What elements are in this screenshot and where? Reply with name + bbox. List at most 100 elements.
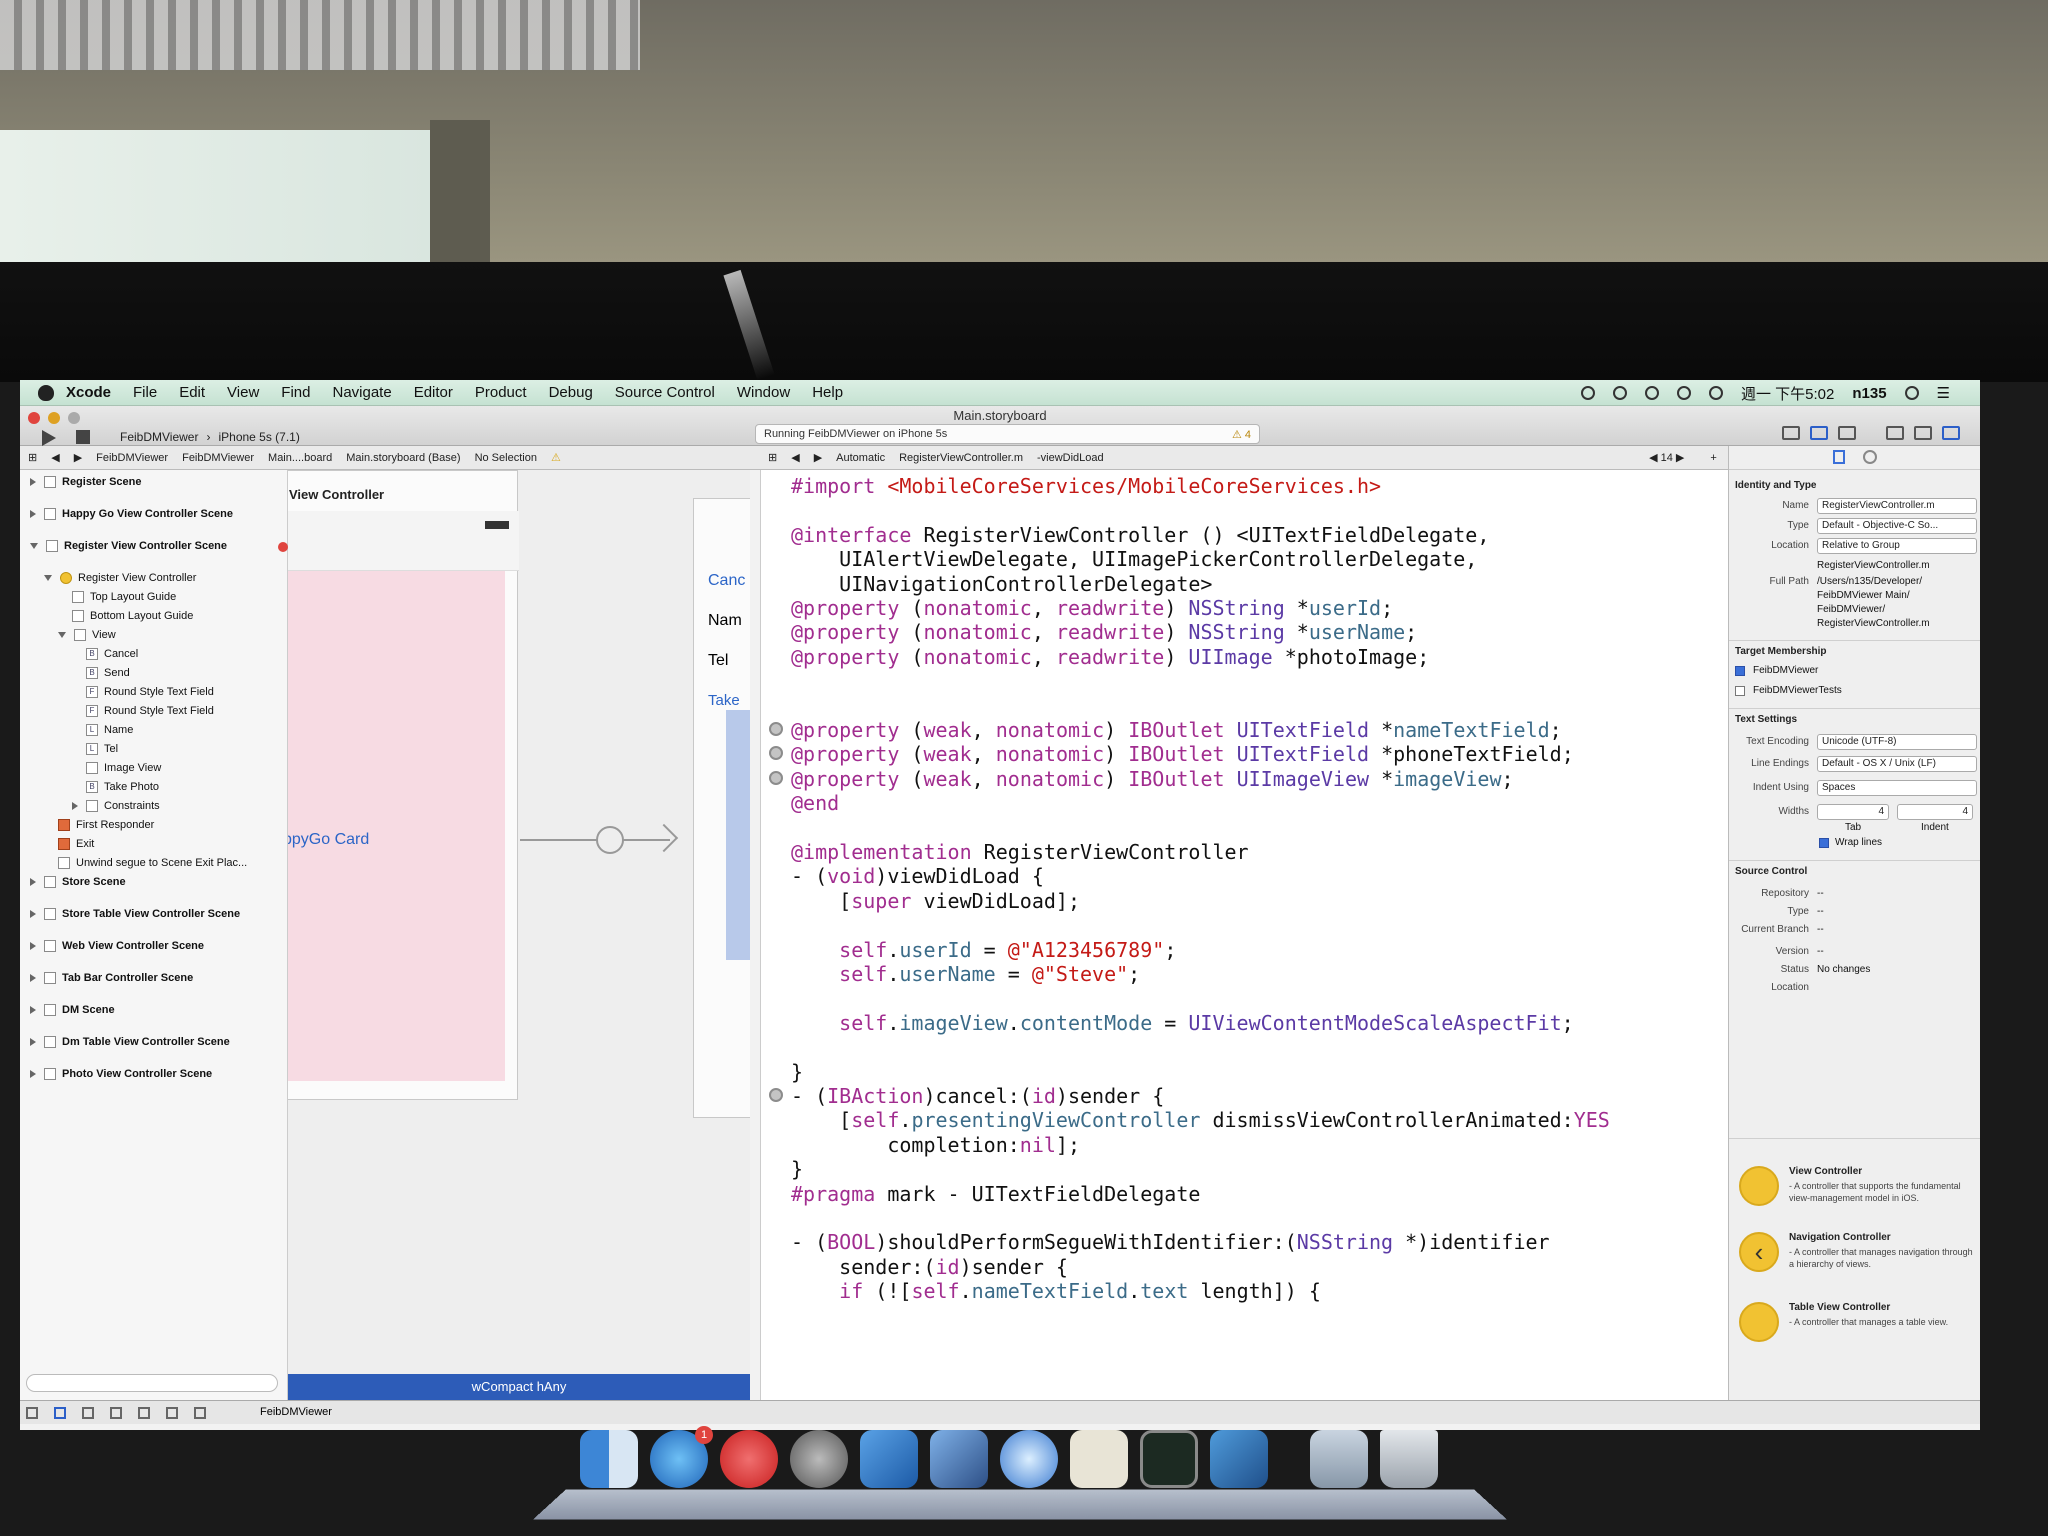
outline-item-row[interactable]: Top Layout Guide bbox=[58, 591, 176, 603]
stop-icon[interactable] bbox=[76, 430, 90, 444]
code-editor[interactable]: #import <MobileCoreServices/MobileCoreSe… bbox=[760, 470, 1748, 1400]
step-in-icon[interactable] bbox=[138, 1407, 150, 1419]
outline-item-row[interactable]: L Name bbox=[72, 724, 133, 736]
code-line[interactable]: [super viewDidLoad]; bbox=[791, 889, 1080, 913]
outline-item-row[interactable]: L Tel bbox=[72, 743, 118, 755]
outline-scene-row[interactable]: Photo View Controller Scene bbox=[30, 1068, 212, 1080]
wifi-icon[interactable] bbox=[1644, 386, 1659, 400]
outline-item-row[interactable]: Bottom Layout Guide bbox=[58, 610, 193, 622]
disclosure-triangle-icon[interactable] bbox=[30, 478, 36, 486]
outline-item-row[interactable]: B Take Photo bbox=[72, 781, 159, 793]
finder-icon[interactable] bbox=[580, 1430, 638, 1488]
line-endings-popup[interactable]: Default - OS X / Unix (LF) bbox=[1817, 756, 1977, 772]
outline-scene-row[interactable]: DM Scene bbox=[30, 1004, 115, 1016]
code-line[interactable]: @property (nonatomic, readwrite) NSStrin… bbox=[791, 620, 1417, 644]
breakpoints-icon[interactable] bbox=[54, 1407, 66, 1419]
spotlight-icon[interactable] bbox=[1904, 386, 1919, 400]
notification-center-icon[interactable]: ☰ bbox=[1937, 384, 1950, 402]
code-line[interactable]: #pragma mark - UITextFieldDelegate bbox=[791, 1182, 1200, 1206]
menu-app-name[interactable]: Xcode bbox=[66, 384, 111, 401]
menu-file[interactable]: File bbox=[133, 384, 157, 401]
code-line[interactable]: } bbox=[791, 1060, 803, 1084]
apple-menu-icon[interactable] bbox=[38, 384, 54, 401]
code-line[interactable]: } bbox=[791, 1157, 803, 1181]
outline-scene-row[interactable]: Register Scene bbox=[30, 476, 141, 488]
assistant-forward-icon[interactable]: ▶ bbox=[814, 451, 822, 464]
outline-item-row[interactable]: View bbox=[58, 629, 116, 641]
outline-filter-field[interactable] bbox=[26, 1374, 278, 1392]
segue-icon[interactable] bbox=[596, 826, 624, 854]
outline-item-row[interactable]: F Round Style Text Field bbox=[72, 705, 214, 717]
code-line[interactable]: if (![self.nameTextField.text length]) { bbox=[791, 1279, 1321, 1303]
add-editor-icon[interactable]: + bbox=[1710, 452, 1716, 464]
xcode-icon[interactable] bbox=[860, 1430, 918, 1488]
bluetooth-icon[interactable] bbox=[1612, 386, 1627, 400]
outline-item-row[interactable]: Register View Controller bbox=[44, 572, 196, 584]
menu-editor[interactable]: Editor bbox=[414, 384, 453, 401]
disclosure-triangle-icon[interactable] bbox=[44, 575, 52, 581]
text-encoding-popup[interactable]: Unicode (UTF-8) bbox=[1817, 734, 1977, 750]
code-line[interactable]: UINavigationControllerDelegate> bbox=[791, 572, 1212, 596]
menu-source-control[interactable]: Source Control bbox=[615, 384, 715, 401]
location-icon[interactable] bbox=[194, 1407, 206, 1419]
step-out-icon[interactable] bbox=[166, 1407, 178, 1419]
launchpad-icon[interactable] bbox=[790, 1430, 848, 1488]
menu-debug[interactable]: Debug bbox=[549, 384, 593, 401]
disclosure-triangle-icon[interactable] bbox=[30, 1006, 36, 1014]
code-line[interactable]: - (void)viewDidLoad { bbox=[791, 864, 1044, 888]
back-arrow-icon[interactable]: ◀ bbox=[51, 451, 59, 464]
preview-icon[interactable] bbox=[930, 1430, 988, 1488]
input-flag-icon[interactable] bbox=[1708, 386, 1723, 400]
standard-editor-icon[interactable] bbox=[1782, 426, 1800, 440]
disclosure-triangle-icon[interactable] bbox=[30, 910, 36, 918]
disclosure-triangle-icon[interactable] bbox=[30, 510, 36, 518]
library-table-view-controller[interactable]: Table View Controller - A controller tha… bbox=[1739, 1298, 1975, 1358]
code-line[interactable]: completion:nil]; bbox=[791, 1133, 1080, 1157]
outlet-connection-icon[interactable] bbox=[769, 746, 783, 761]
jump-item-base[interactable]: Main.storyboard (Base) bbox=[346, 452, 460, 464]
menu-find[interactable]: Find bbox=[281, 384, 310, 401]
disclosure-triangle-icon[interactable] bbox=[30, 974, 36, 982]
pause-icon[interactable] bbox=[82, 1407, 94, 1419]
outline-scene-row[interactable]: Store Scene bbox=[30, 876, 126, 888]
code-line[interactable]: @interface RegisterViewController () <UI… bbox=[791, 523, 1489, 547]
outline-item-row[interactable]: First Responder bbox=[44, 819, 154, 831]
assistant-editor-icon[interactable] bbox=[1810, 426, 1828, 440]
indent-width-field[interactable]: 4 bbox=[1897, 804, 1973, 820]
menu-product[interactable]: Product bbox=[475, 384, 527, 401]
forward-arrow-icon[interactable]: ▶ bbox=[74, 451, 82, 464]
outline-scene-row[interactable]: Web View Controller Scene bbox=[30, 940, 204, 952]
time-machine-icon[interactable] bbox=[1580, 386, 1595, 400]
library-view-controller[interactable]: View Controller - A controller that supp… bbox=[1739, 1162, 1975, 1222]
outlet-connection-icon[interactable] bbox=[769, 1088, 783, 1102]
target-checkbox-main[interactable] bbox=[1735, 666, 1745, 676]
code-line[interactable]: [self.presentingViewController dismissVi… bbox=[791, 1108, 1610, 1132]
view-controller-frame[interactable]: View Controller ppyGo Card bbox=[288, 470, 519, 1100]
code-line[interactable]: self.userName = @"Steve"; bbox=[791, 962, 1140, 986]
code-line[interactable]: @property (nonatomic, readwrite) UIImage… bbox=[791, 645, 1429, 669]
library-navigation-controller[interactable]: ‹ Navigation Controller - A controller t… bbox=[1739, 1228, 1975, 1288]
jump-item-implementation[interactable]: RegisterViewController.m bbox=[899, 452, 1023, 464]
outline-item-row[interactable]: Exit bbox=[44, 838, 94, 850]
menu-view[interactable]: View bbox=[227, 384, 259, 401]
code-line[interactable]: @property (weak, nonatomic) IBOutlet UII… bbox=[791, 767, 1514, 791]
disclosure-triangle-icon[interactable] bbox=[30, 942, 36, 950]
code-line[interactable]: @property (nonatomic, readwrite) NSStrin… bbox=[791, 596, 1393, 620]
hide-debug-area-icon[interactable] bbox=[26, 1407, 38, 1419]
jump-item-automatic[interactable]: Automatic bbox=[836, 452, 885, 464]
jump-item-file[interactable]: Main....board bbox=[268, 452, 332, 464]
target-checkbox-tests[interactable] bbox=[1735, 686, 1745, 696]
outline-scene-row[interactable]: Register View Controller Scene bbox=[30, 540, 227, 552]
instruments-icon[interactable] bbox=[1210, 1430, 1268, 1488]
scene-error-icon[interactable] bbox=[278, 542, 288, 552]
register-cancel-button[interactable]: Canc bbox=[708, 572, 745, 590]
outline-item-row[interactable]: Image View bbox=[72, 762, 161, 774]
outline-scene-row[interactable]: Store Table View Controller Scene bbox=[30, 908, 240, 920]
register-image-view[interactable] bbox=[726, 710, 750, 960]
toggle-debug-area-icon[interactable] bbox=[1914, 426, 1932, 440]
outlet-connection-icon[interactable] bbox=[769, 770, 783, 785]
indent-using-popup[interactable]: Spaces bbox=[1817, 780, 1977, 796]
itunes-icon[interactable] bbox=[720, 1430, 778, 1488]
file-inspector-icon[interactable] bbox=[1833, 450, 1845, 464]
code-line[interactable]: @property (weak, nonatomic) IBOutlet UIT… bbox=[791, 742, 1574, 766]
